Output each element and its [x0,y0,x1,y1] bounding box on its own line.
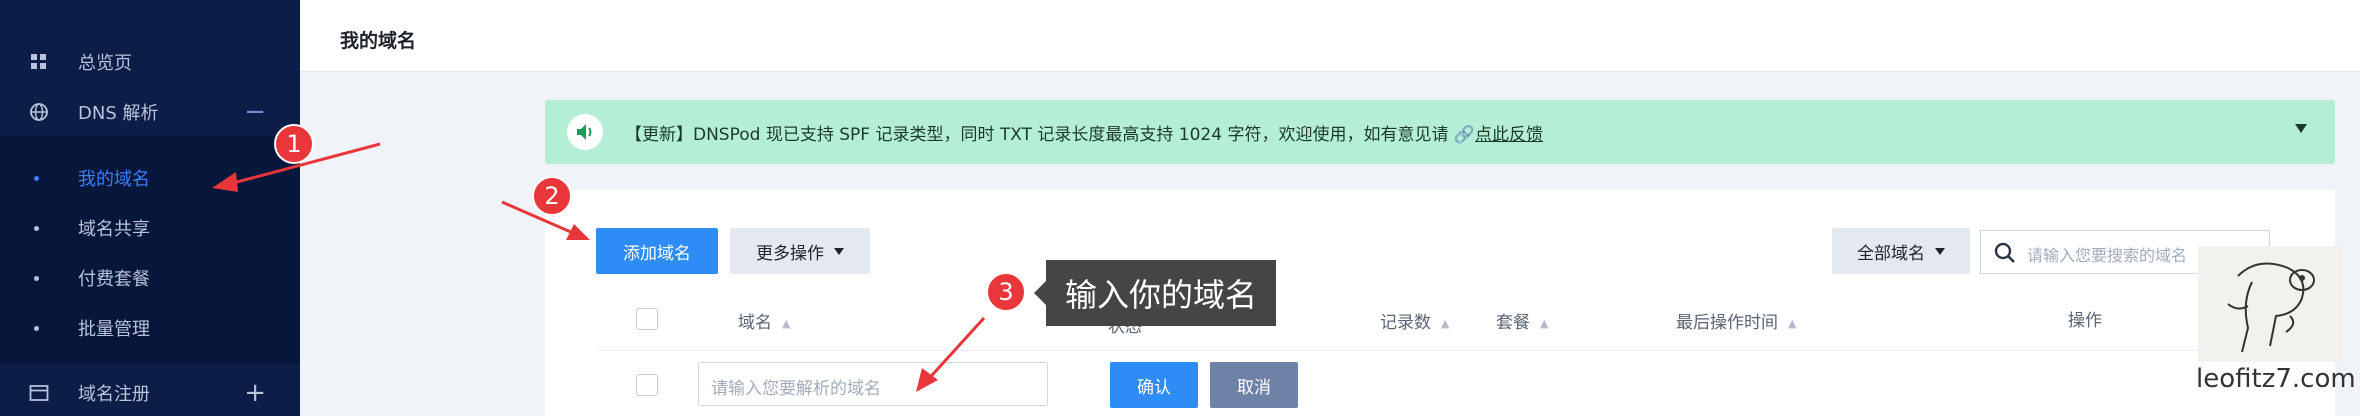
sidebar: 总览页 DNS 解析 − 我的域名 域名共享 付费套餐 批量管理 域名注册 + [0,0,300,416]
sidebar-item-domain-share[interactable]: 域名共享 [0,203,300,253]
sort-icon: ▲ [1441,316,1450,330]
table-divider [598,350,2318,351]
column-label: 记录数 [1380,313,1431,333]
search-placeholder: 请输入您要搜索的域名 [2027,246,2188,265]
sort-icon: ▲ [1540,316,1549,330]
column-header-domain[interactable]: 域名 ▲ [738,308,790,333]
page-header: 我的域名 [300,0,2360,72]
bullet-icon [34,325,39,331]
card-icon [28,382,50,404]
watermark: leofitz7.com [2190,246,2356,396]
sort-icon: ▲ [782,316,791,330]
row-checkbox[interactable] [636,374,658,396]
column-header-records[interactable]: 记录数 ▲ [1380,308,1449,333]
more-actions-button[interactable]: 更多操作 [730,228,870,274]
cancel-button[interactable]: 取消 [1210,362,1298,408]
bullet-icon [34,275,39,281]
new-domain-input[interactable]: 请输入您要解析的域名 [698,362,1048,406]
domain-filter-label: 全部域名 [1857,243,1925,264]
column-header-plan[interactable]: 套餐 ▲ [1496,308,1548,333]
select-all-checkbox[interactable] [636,308,658,330]
sidebar-item-dns[interactable]: DNS 解析 − [0,87,300,137]
sidebar-item-label: 总览页 [78,53,132,74]
notice-text: 【更新】DNSPod 现已支持 SPF 记录类型，同时 TXT 记录长度最高支持… [625,120,1543,145]
sidebar-item-overview[interactable]: 总览页 [0,37,300,87]
chevron-down-icon [1935,247,1945,255]
sidebar-item-batch-manage[interactable]: 批量管理 [0,303,300,353]
sort-icon: ▲ [1788,316,1797,330]
collapse-notice-icon[interactable] [2295,124,2307,133]
sidebar-item-label: 我的域名 [78,169,150,190]
sidebar-item-my-domains[interactable]: 我的域名 [0,153,300,203]
dog-sketch-icon [2227,262,2315,353]
column-label: 域名 [738,313,772,333]
domain-filter-dropdown[interactable]: 全部域名 [1832,228,1970,274]
collapse-icon[interactable]: − [244,99,266,125]
watermark-logo [2198,246,2342,362]
sidebar-item-domain-register[interactable]: 域名注册 + [0,368,300,416]
watermark-text: leofitz7.com [2196,364,2356,394]
column-label: 操作 [2068,311,2102,331]
speaker-icon [567,114,603,150]
sidebar-item-paid-plans[interactable]: 付费套餐 [0,253,300,303]
expand-icon[interactable]: + [244,380,266,406]
sidebar-item-label: 付费套餐 [78,269,150,290]
search-icon [1994,242,2015,263]
link-icon: 🔗 [1453,125,1476,145]
more-actions-label: 更多操作 [756,243,824,264]
column-header-last-modified[interactable]: 最后操作时间 ▲ [1676,308,1796,333]
column-label: 套餐 [1496,313,1530,333]
bullet-icon [34,175,39,181]
notice-message: 【更新】DNSPod 现已支持 SPF 记录类型，同时 TXT 记录长度最高支持… [625,125,1454,145]
step-badge-3: 3 [986,272,1026,312]
page-title: 我的域名 [340,30,417,52]
sidebar-item-label: 批量管理 [78,319,150,340]
confirm-button[interactable]: 确认 [1110,362,1198,408]
add-domain-button[interactable]: 添加域名 [596,228,718,274]
annotation-tooltip: 输入你的域名 [1034,260,1276,326]
bullet-icon [34,225,39,231]
sidebar-item-label: 域名注册 [78,384,150,405]
sidebar-item-label: 域名共享 [78,219,150,240]
sidebar-item-label: DNS 解析 [78,103,159,124]
feedback-link[interactable]: 点此反馈 [1475,125,1543,145]
chevron-down-icon [834,247,844,255]
new-domain-placeholder: 请输入您要解析的域名 [711,379,881,399]
step-badge-1: 1 [274,124,314,164]
globe-icon [28,101,50,123]
column-label: 最后操作时间 [1676,313,1778,333]
notice-bar: 【更新】DNSPod 现已支持 SPF 记录类型，同时 TXT 记录长度最高支持… [545,100,2335,164]
grid-icon [28,51,50,73]
column-header-actions: 操作 [2068,306,2102,331]
step-badge-2: 2 [532,176,572,216]
